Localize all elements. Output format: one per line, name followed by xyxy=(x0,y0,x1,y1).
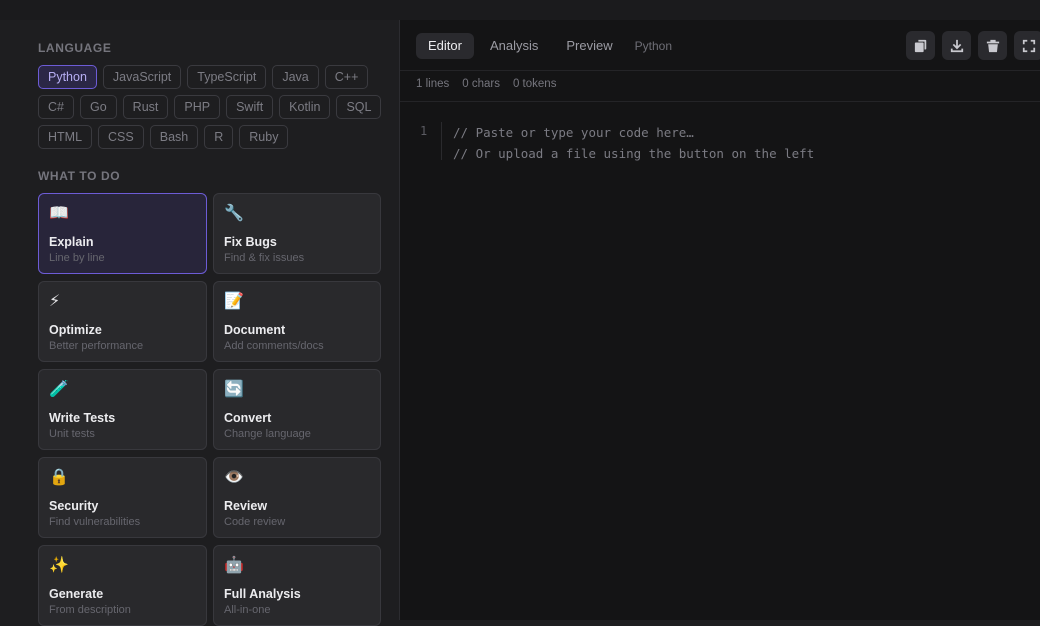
action-card-subtitle: Find & fix issues xyxy=(224,252,305,264)
action-card-full-analysis[interactable]: 🤖 Full Analysis All-in-one xyxy=(213,545,381,626)
language-chip-row: Python JavaScript TypeScript Java C++ xyxy=(38,65,383,89)
language-chip-cpp[interactable]: C++ xyxy=(324,65,369,89)
action-card-subtitle: Code review xyxy=(224,516,286,528)
action-card-title: Explain xyxy=(49,235,94,249)
action-card-document[interactable]: 📝 Document Add comments/docs xyxy=(213,281,381,362)
tab-analysis[interactable]: Analysis xyxy=(478,33,550,59)
action-cards: 📖 Explain Line by line 🔧 Fix Bugs Find & fix … xyxy=(38,193,381,626)
action-card-title: Fix Bugs xyxy=(224,235,277,249)
lightning-icon: ⚡ xyxy=(49,293,61,310)
language-chip-go[interactable]: Go xyxy=(79,95,117,119)
editor-panel: Editor Analysis Preview Python 1 lines 0… xyxy=(400,20,1040,620)
language-chip-php[interactable]: PHP xyxy=(174,95,221,119)
open-book-icon: 📖 xyxy=(49,205,69,222)
code-editor[interactable]: 1 // Paste or type your code here… // Or… xyxy=(400,102,1040,620)
language-chip-swift[interactable]: Swift xyxy=(226,95,274,119)
language-tag: Python xyxy=(634,39,672,53)
tab-editor[interactable]: Editor xyxy=(416,33,474,59)
language-chip-java[interactable]: Java xyxy=(272,65,319,89)
editor-stats: 1 lines 0 chars 0 tokens xyxy=(416,78,556,90)
sparkles-icon: ✨ xyxy=(49,557,69,574)
refresh-icon: 🔄 xyxy=(224,381,244,398)
language-section-label: LANGUAGE xyxy=(38,41,112,55)
action-card-generate[interactable]: ✨ Generate From description xyxy=(38,545,207,626)
action-card-subtitle: All-in-one xyxy=(224,604,271,616)
language-chip-typescript[interactable]: TypeScript xyxy=(187,65,267,89)
action-card-security[interactable]: 🔒 Security Find vulnerabilities xyxy=(38,457,207,538)
action-card-subtitle: Unit tests xyxy=(49,428,95,440)
editor-tabs: Editor Analysis Preview Python xyxy=(416,33,672,59)
action-card-subtitle: From description xyxy=(49,604,131,616)
copy-icon xyxy=(914,39,926,52)
char-count: 0 chars xyxy=(462,78,500,90)
sidebar: LANGUAGE Python JavaScript TypeScript Java C… xyxy=(0,20,400,626)
language-chip-html[interactable]: HTML xyxy=(38,125,93,149)
action-card-title: Convert xyxy=(224,411,272,425)
header-divider xyxy=(400,70,1040,71)
token-count: 0 tokens xyxy=(512,78,557,90)
copy-button[interactable] xyxy=(906,31,935,60)
clear-button[interactable] xyxy=(978,31,1007,60)
action-card-optimize[interactable]: ⚡ Optimize Better performance xyxy=(38,281,207,362)
test-tube-icon: 🧪 xyxy=(49,381,69,398)
language-chip-csharp[interactable]: C# xyxy=(38,95,74,119)
action-card-subtitle: Change language xyxy=(224,428,311,440)
action-card-title: Write Tests xyxy=(49,411,116,425)
action-card-title: Review xyxy=(224,499,268,513)
line-count: 1 lines xyxy=(416,78,450,90)
robot-icon: 🤖 xyxy=(224,557,244,574)
action-card-title: Security xyxy=(49,499,99,513)
language-chip-python[interactable]: Python xyxy=(38,65,97,89)
line-gutter: 1 xyxy=(416,122,442,160)
action-card-title: Full Analysis xyxy=(224,587,301,601)
memo-icon: 📝 xyxy=(224,293,244,310)
line-number: 1 xyxy=(420,124,428,138)
language-chips: Python JavaScript TypeScript Java C++ C# Go Rus… xyxy=(38,65,383,155)
wrench-icon: 🔧 xyxy=(224,205,244,222)
language-chip-row: C# Go Rust PHP Swift Kotlin SQL xyxy=(38,95,383,119)
language-chip-kotlin[interactable]: Kotlin xyxy=(279,95,331,119)
editor-toolbar xyxy=(906,31,1040,60)
action-card-explain[interactable]: 📖 Explain Line by line xyxy=(38,193,207,274)
actions-section-label: WHAT TO DO xyxy=(38,169,121,183)
language-chip-sql[interactable]: SQL xyxy=(336,95,382,119)
language-chip-row: HTML CSS Bash R Ruby xyxy=(38,125,383,149)
action-card-fix-bugs[interactable]: 🔧 Fix Bugs Find & fix issues xyxy=(213,193,381,274)
language-chip-bash[interactable]: Bash xyxy=(149,125,199,149)
language-chip-rust[interactable]: Rust xyxy=(122,95,169,119)
action-card-subtitle: Better performance xyxy=(49,340,144,352)
action-card-subtitle: Line by line xyxy=(49,252,105,264)
trash-icon xyxy=(986,39,999,52)
action-card-review[interactable]: 👁️ Review Code review xyxy=(213,457,381,538)
action-card-subtitle: Add comments/docs xyxy=(224,340,324,352)
action-card-write-tests[interactable]: 🧪 Write Tests Unit tests xyxy=(38,369,207,450)
download-button[interactable] xyxy=(942,31,971,60)
tab-preview[interactable]: Preview xyxy=(554,33,624,59)
download-icon xyxy=(950,39,963,52)
language-chip-css[interactable]: CSS xyxy=(98,125,144,149)
fullscreen-button[interactable] xyxy=(1014,31,1040,60)
language-chip-javascript[interactable]: JavaScript xyxy=(102,65,182,89)
language-chip-ruby[interactable]: Ruby xyxy=(239,125,289,149)
language-chip-r[interactable]: R xyxy=(204,125,234,149)
top-bar xyxy=(0,0,1040,20)
action-card-title: Generate xyxy=(49,587,104,601)
fullscreen-icon xyxy=(1022,39,1035,52)
action-card-title: Document xyxy=(224,323,286,337)
code-placeholder[interactable]: // Paste or type your code here… // Or u… xyxy=(453,122,814,164)
eye-icon: 👁️ xyxy=(224,469,244,486)
action-card-title: Optimize xyxy=(49,323,102,337)
action-card-convert[interactable]: 🔄 Convert Change language xyxy=(213,369,381,450)
lock-icon: 🔒 xyxy=(49,469,69,486)
action-card-subtitle: Find vulnerabilities xyxy=(49,516,141,528)
